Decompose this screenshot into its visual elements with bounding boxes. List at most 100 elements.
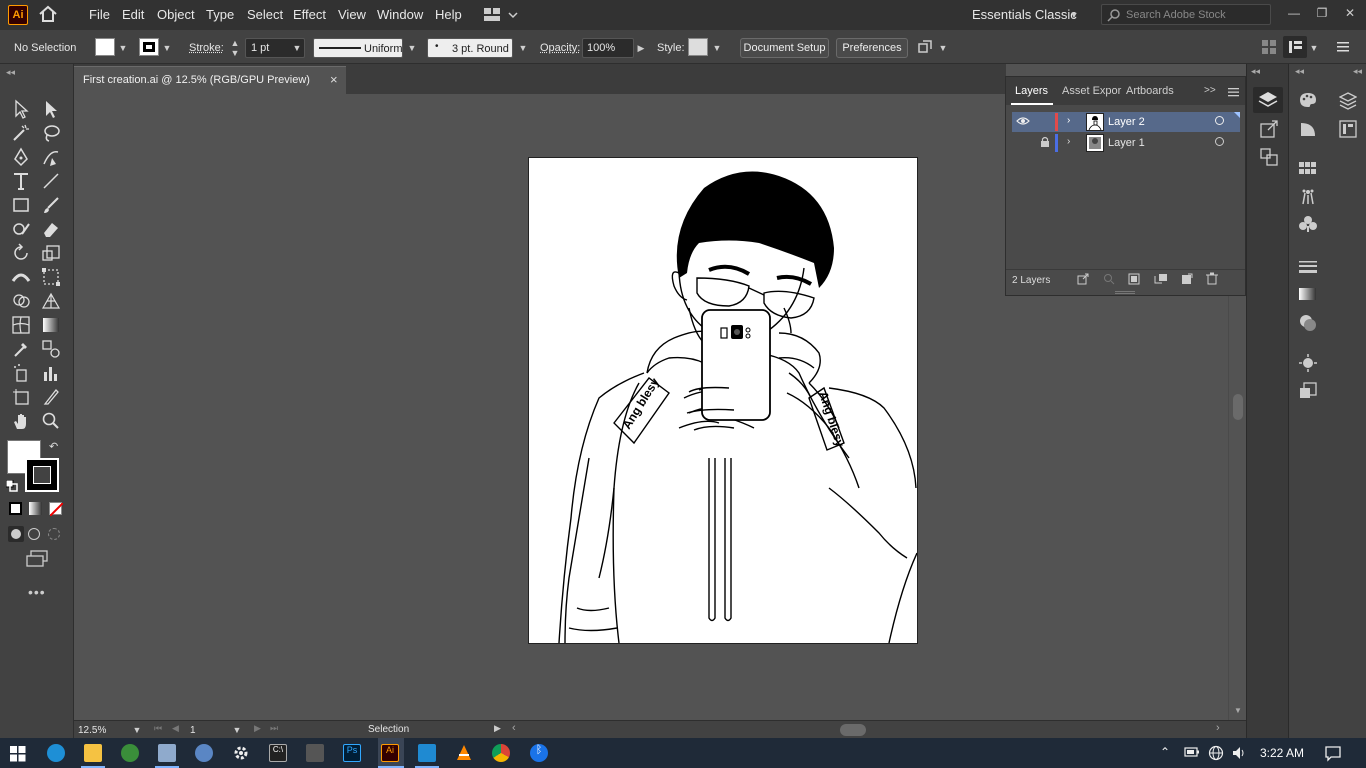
chevron-down-icon[interactable]: ▼ [1069, 10, 1079, 20]
chevron-down-icon[interactable]: ▼ [118, 43, 128, 53]
rotate-tool-icon[interactable] [10, 242, 32, 264]
artboard[interactable]: Ang blesy Ang blesy [528, 157, 918, 644]
collect-for-export-icon[interactable] [1077, 273, 1089, 285]
column-graph-tool-icon[interactable] [40, 362, 62, 384]
xbox-app-icon[interactable] [121, 744, 139, 762]
hand-tool-icon[interactable] [10, 410, 32, 432]
photoshop-icon[interactable]: Ps [343, 744, 361, 762]
chevron-down-icon[interactable]: ▼ [938, 43, 948, 53]
chevron-down-icon[interactable]: ▼ [712, 43, 722, 53]
chevron-down-icon[interactable]: ▼ [518, 43, 528, 53]
create-new-layer-icon[interactable] [1181, 273, 1193, 285]
libraries-icon[interactable] [1339, 92, 1357, 110]
expand-layer-icon[interactable]: › [1067, 115, 1070, 126]
style-swatch[interactable] [688, 38, 708, 56]
stroke-weight-down-icon[interactable]: ▼ [230, 48, 240, 58]
chevron-down-icon[interactable]: ▼ [1309, 43, 1319, 53]
export-icon[interactable] [1260, 120, 1278, 138]
type-tool-icon[interactable] [10, 170, 32, 192]
app-logo[interactable]: Ai [8, 5, 28, 25]
tab-layers[interactable]: Layers [1015, 85, 1048, 97]
grid-view-icon[interactable] [1262, 40, 1276, 54]
control-panel-icon[interactable] [195, 744, 213, 762]
chevron-down-icon[interactable]: ▼ [232, 725, 242, 735]
lock-icon[interactable] [1040, 136, 1050, 148]
menu-select[interactable]: Select [247, 7, 283, 22]
last-artboard-icon[interactable]: ⏭ [270, 723, 278, 734]
illustrator-icon[interactable]: Ai [381, 744, 399, 762]
default-fill-stroke-icon[interactable] [6, 480, 18, 492]
lasso-tool-icon[interactable] [40, 122, 62, 144]
swatches-icon[interactable] [1299, 162, 1317, 176]
first-artboard-icon[interactable]: ⏮ [154, 723, 162, 734]
vscode-icon[interactable] [418, 744, 436, 762]
pen-app-icon[interactable] [306, 744, 324, 762]
color-icon[interactable] [1299, 92, 1317, 108]
gradient-tool-icon[interactable] [40, 314, 62, 336]
paintbrush-tool-icon[interactable] [40, 194, 62, 216]
width-tool-icon[interactable] [10, 266, 32, 288]
menu-object[interactable]: Object [157, 7, 195, 22]
chrome-icon[interactable] [492, 744, 510, 762]
brushes-icon[interactable] [1299, 187, 1317, 205]
appearance-icon[interactable] [1299, 354, 1317, 372]
scale-tool-icon[interactable] [40, 242, 62, 264]
notifications-icon[interactable] [1324, 744, 1342, 762]
document-setup-button[interactable]: Document Setup [740, 38, 829, 58]
arrange-icon[interactable] [917, 39, 933, 55]
fill-swatch[interactable] [95, 38, 115, 56]
bluetooth-icon[interactable]: ᛒ [530, 744, 548, 762]
layer-name[interactable]: Layer 2 [1108, 116, 1145, 128]
make-clipping-mask-icon[interactable] [1128, 273, 1140, 285]
vlc-icon[interactable] [455, 744, 473, 762]
windows-start-icon[interactable] [10, 746, 26, 762]
next-artboard-icon[interactable]: ▶ [254, 723, 261, 734]
artboard-tool-icon[interactable] [10, 386, 32, 408]
volume-icon[interactable] [1231, 745, 1247, 761]
menu-help[interactable]: Help [435, 7, 462, 22]
collapse-strip-icon[interactable]: ◂◂ [1251, 66, 1260, 77]
scroll-left-icon[interactable]: ‹ [512, 722, 516, 734]
menu-view[interactable]: View [338, 7, 366, 22]
zoom-level-field[interactable]: 12.5% [78, 724, 130, 737]
blend-tool-icon[interactable] [40, 338, 62, 360]
eyedropper-tool-icon[interactable] [10, 338, 32, 360]
none-mode-icon[interactable] [49, 502, 63, 516]
target-circle-icon[interactable] [1215, 116, 1224, 125]
layer-row[interactable]: › Layer 1 [1012, 133, 1240, 153]
rectangle-tool-icon[interactable] [10, 194, 32, 216]
color-guide-icon[interactable] [1299, 120, 1317, 138]
curvature-tool-icon[interactable] [40, 146, 62, 168]
target-circle-icon[interactable] [1215, 137, 1224, 146]
arrange-documents-icon[interactable] [484, 8, 518, 22]
network-icon[interactable] [1208, 745, 1224, 761]
chevron-down-icon[interactable]: ▼ [132, 725, 142, 735]
scroll-right-icon[interactable]: › [1216, 722, 1220, 734]
command-prompt-icon[interactable]: C:\ [269, 744, 287, 762]
layers-panel-icon[interactable] [1253, 87, 1283, 113]
swap-fill-stroke-icon[interactable]: ↶ [49, 440, 58, 453]
battery-icon[interactable] [1184, 746, 1200, 758]
create-sublayer-icon[interactable] [1154, 273, 1168, 285]
menu-effect[interactable]: Effect [293, 7, 326, 22]
chevron-down-icon[interactable]: ▼ [292, 43, 302, 53]
chevron-up-icon[interactable]: ⌃ [1160, 745, 1170, 759]
chevron-right-icon[interactable]: ▶ [636, 43, 646, 53]
tab-artboards[interactable]: Artboards [1126, 85, 1174, 97]
eraser-tool-icon[interactable] [40, 218, 62, 240]
properties-icon[interactable] [1339, 120, 1357, 138]
collapse-strip-icon[interactable]: ◂◂ [1295, 66, 1304, 77]
perspective-grid-tool-icon[interactable] [40, 290, 62, 312]
stroke-color-box[interactable] [25, 458, 59, 492]
brush-definition-dropdown[interactable]: • 3 pt. Round [427, 38, 513, 58]
magic-wand-tool-icon[interactable] [10, 122, 32, 144]
zoom-tool-icon[interactable] [40, 410, 62, 432]
screen-mode-icon[interactable] [25, 550, 49, 568]
pen-tool-icon[interactable] [10, 146, 32, 168]
shape-builder-tool-icon[interactable] [10, 290, 32, 312]
menu-edit[interactable]: Edit [122, 7, 144, 22]
selection-tool-icon[interactable] [10, 98, 32, 120]
workspace-switcher[interactable]: Essentials Classic [972, 7, 1077, 22]
color-mode-icon[interactable] [9, 502, 22, 515]
close-window-button[interactable]: ✕ [1340, 6, 1360, 22]
